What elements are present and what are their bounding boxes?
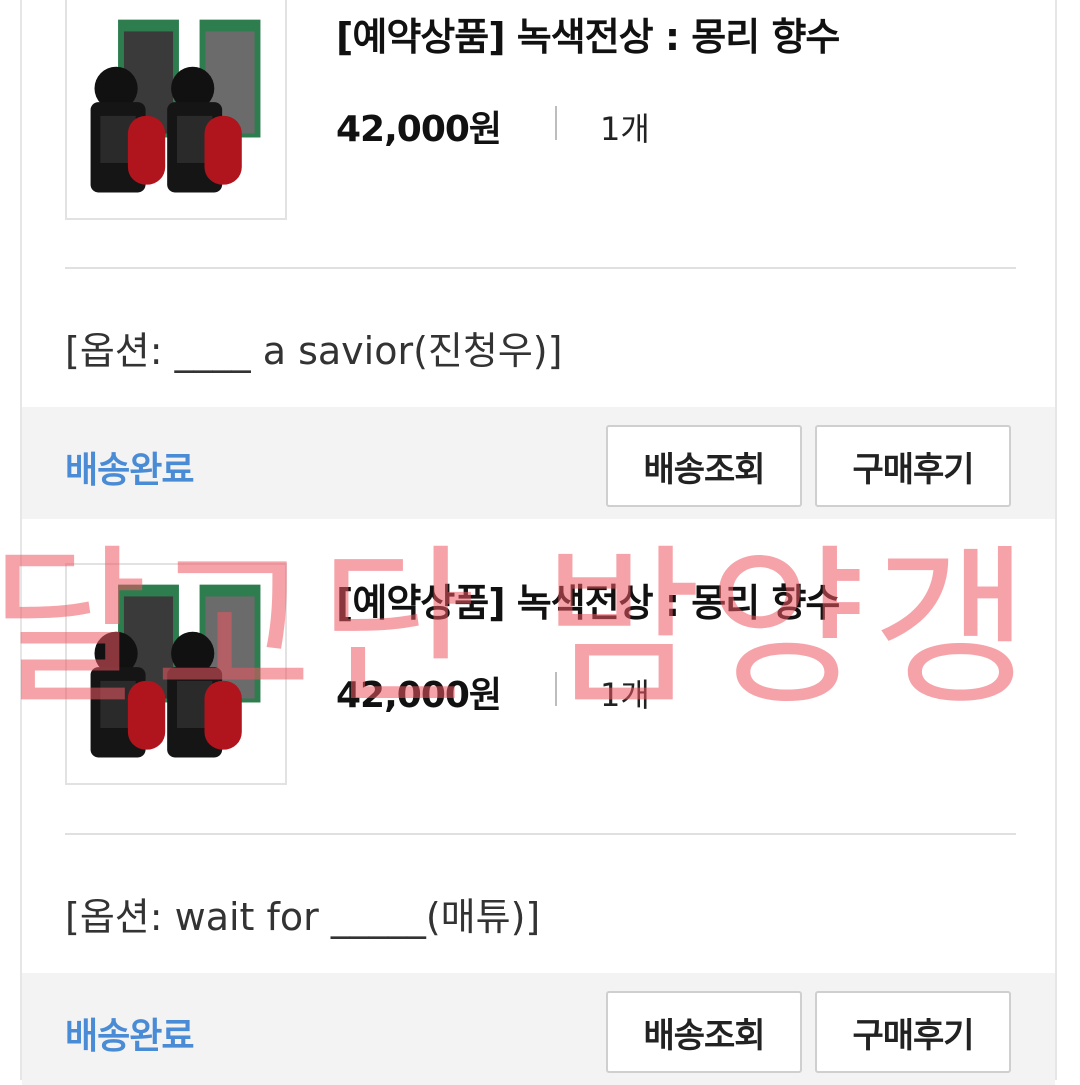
product-quantity: 1개 [600, 676, 650, 714]
product-option: [옵션: wait for _____(매튜)] [65, 895, 541, 939]
product-quantity: 1개 [600, 110, 650, 148]
product-price: 42,000원 [336, 675, 502, 716]
delivery-status: 배송완료 [65, 1016, 194, 1057]
price-qty-divider [555, 106, 557, 140]
product-thumbnail[interactable] [65, 563, 287, 785]
order-item: [예약상품] 녹색전상 : 몽리 향수 42,000원 1개 [옵션: ____… [22, 0, 1055, 520]
product-thumbnail[interactable] [65, 0, 287, 220]
product-title[interactable]: [예약상품] 녹색전상 : 몽리 향수 [336, 572, 840, 627]
write-review-button[interactable]: 구매후기 [815, 991, 1011, 1073]
track-delivery-button[interactable]: 배송조회 [606, 425, 802, 507]
price-qty-divider [555, 672, 557, 706]
order-status-bar: 배송완료 배송조회 구매후기 [22, 407, 1055, 519]
order-list: [예약상품] 녹색전상 : 몽리 향수 42,000원 1개 [옵션: ____… [20, 0, 1057, 1085]
item-divider [65, 267, 1016, 269]
product-option: [옵션: ____ a savior(진청우)] [65, 329, 563, 373]
product-price: 42,000원 [336, 109, 502, 150]
order-status-bar: 배송완료 배송조회 구매후기 [22, 973, 1055, 1085]
perfume-image [67, 0, 285, 218]
delivery-status: 배송완료 [65, 450, 194, 491]
perfume-image [67, 565, 285, 783]
product-title[interactable]: [예약상품] 녹색전상 : 몽리 향수 [336, 6, 840, 61]
item-divider [65, 833, 1016, 835]
track-delivery-button[interactable]: 배송조회 [606, 991, 802, 1073]
order-item: [예약상품] 녹색전상 : 몽리 향수 42,000원 1개 [옵션: wait… [22, 520, 1055, 1085]
write-review-button[interactable]: 구매후기 [815, 425, 1011, 507]
